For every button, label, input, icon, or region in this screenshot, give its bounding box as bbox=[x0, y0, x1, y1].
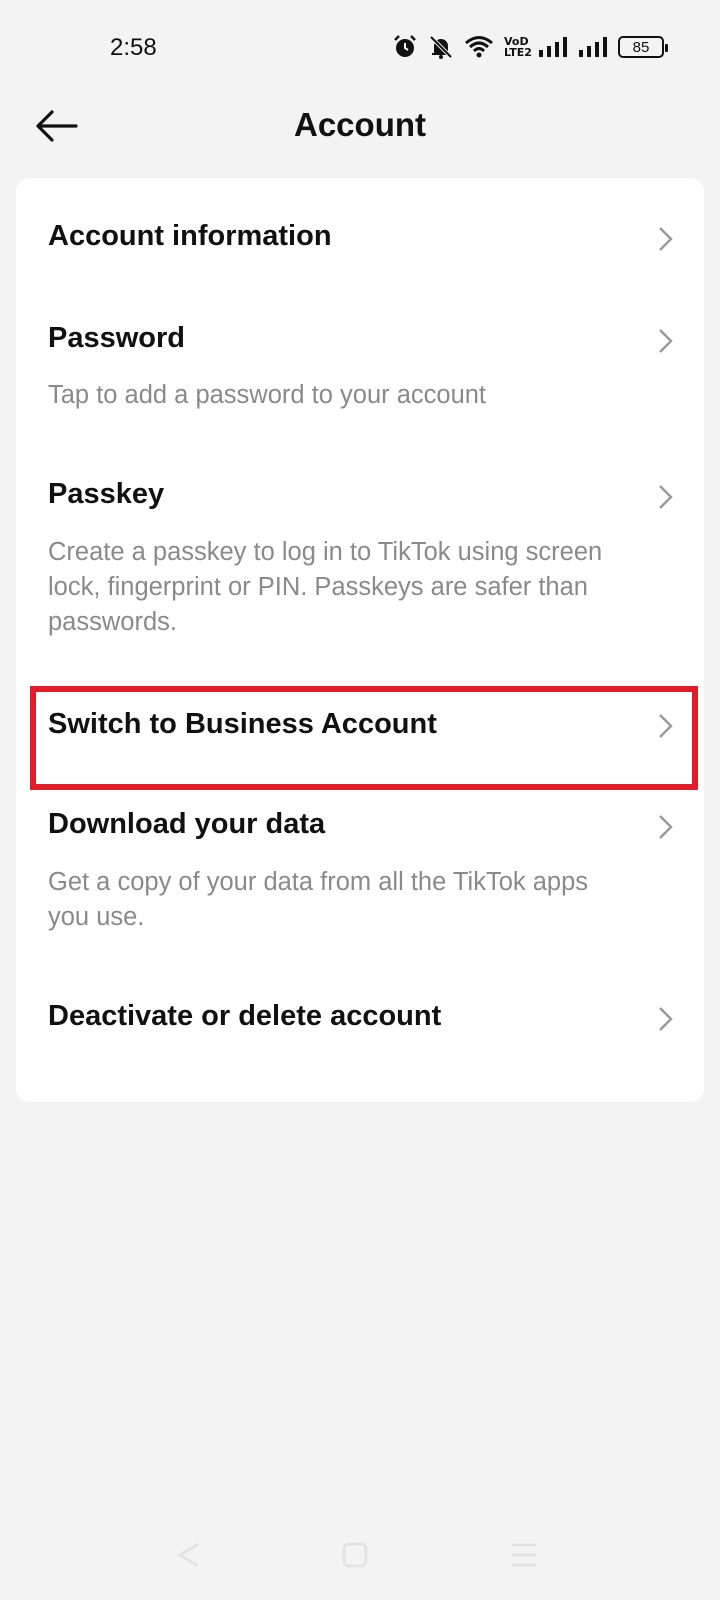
menu-item-title: Passkey bbox=[48, 478, 165, 510]
chevron-right-icon bbox=[659, 1007, 673, 1031]
status-bar: 2:58 VoD LTE2 85 bbox=[0, 0, 720, 96]
menu-item-title: Password bbox=[48, 322, 185, 354]
menu-item-passkey[interactable]: Passkey Create a passkey to log in to Ti… bbox=[16, 444, 704, 668]
menu-item-description: Create a passkey to log in to TikTok usi… bbox=[48, 538, 603, 636]
menu-item-description: Tap to add a password to your account bbox=[48, 381, 487, 409]
chevron-right-icon bbox=[659, 815, 673, 839]
nav-home-button[interactable] bbox=[342, 1540, 368, 1575]
chevron-right-icon bbox=[659, 329, 673, 353]
status-icons: VoD LTE2 85 bbox=[392, 30, 670, 64]
menu-item-deactivate-or-delete-account[interactable]: Deactivate or delete account bbox=[16, 962, 704, 1102]
menu-item-title: Deactivate or delete account bbox=[48, 1000, 442, 1032]
network-type-label: VoD LTE2 bbox=[504, 35, 532, 59]
account-menu-card: Account information Password Tap to add … bbox=[16, 178, 704, 1102]
square-home-icon bbox=[342, 1542, 368, 1568]
status-time: 2:58 bbox=[110, 34, 157, 61]
menu-item-title: Download your data bbox=[48, 808, 326, 840]
signal-icon bbox=[538, 36, 568, 58]
page-title: Account bbox=[294, 106, 426, 143]
menu-item-download-your-data[interactable]: Download your data Get a copy of your da… bbox=[16, 782, 704, 962]
menu-item-title: Account information bbox=[48, 220, 332, 252]
chevron-right-icon bbox=[659, 227, 673, 251]
menu-item-account-information[interactable]: Account information bbox=[16, 178, 704, 296]
menu-lines-icon bbox=[512, 1543, 536, 1567]
system-nav-bar bbox=[0, 1530, 720, 1590]
battery-indicator: 85 bbox=[618, 36, 668, 58]
triangle-back-icon bbox=[177, 1542, 199, 1568]
highlight-box bbox=[30, 686, 698, 790]
signal-icon bbox=[578, 36, 608, 58]
nav-back-button[interactable] bbox=[176, 1540, 202, 1575]
header: Account bbox=[0, 96, 720, 156]
chevron-right-icon bbox=[659, 485, 673, 509]
menu-item-password[interactable]: Password Tap to add a password to your a… bbox=[16, 296, 704, 444]
nav-recents-button[interactable] bbox=[510, 1540, 538, 1575]
alarm-icon bbox=[392, 34, 418, 60]
menu-item-description: Get a copy of your data from all the Tik… bbox=[48, 868, 589, 931]
wifi-icon bbox=[464, 35, 494, 59]
bell-off-icon bbox=[428, 34, 454, 60]
